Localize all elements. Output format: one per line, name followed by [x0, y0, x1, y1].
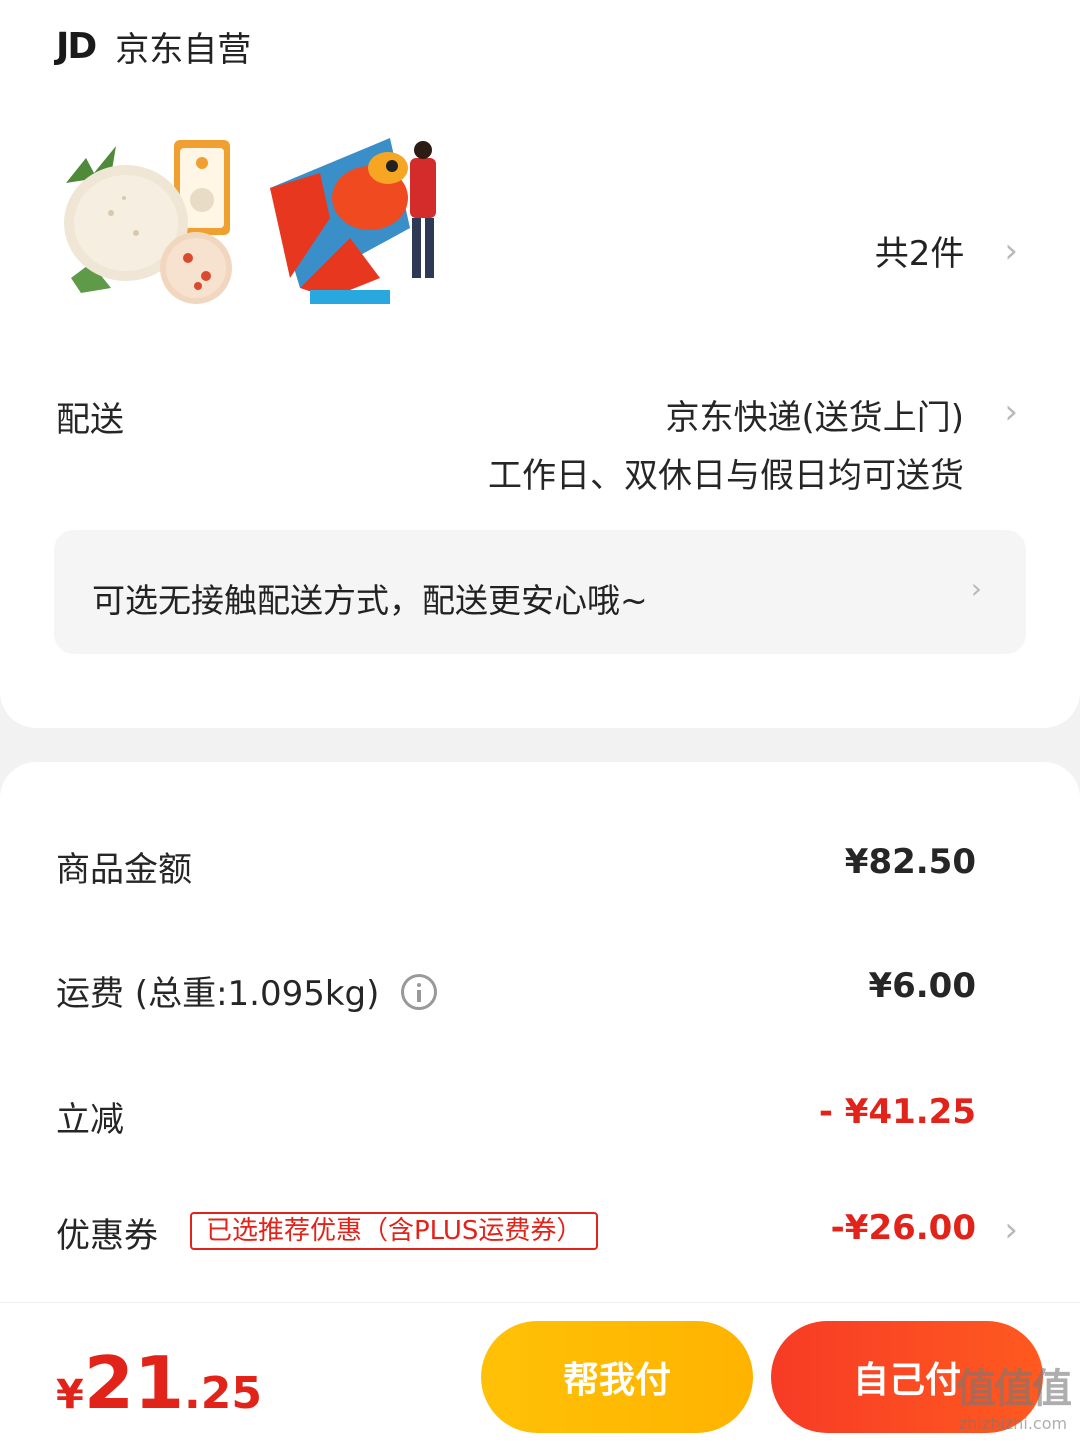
freight-label: 运费 (总重:1.095kg) [56, 974, 380, 1014]
freight-value: ¥6.00 [868, 966, 976, 1006]
help-pay-button[interactable]: 帮我付 [481, 1321, 753, 1433]
total-integer: 21 [83, 1341, 185, 1425]
chevron-right-icon[interactable]: › [1004, 1210, 1018, 1250]
watermark: 值值值 zhizhizhi.com [956, 1356, 1072, 1433]
contactless-notice-text: 可选无接触配送方式，配送更安心哦~ [92, 581, 648, 620]
discount-value: - ¥41.25 [818, 1092, 976, 1132]
contactless-delivery-banner[interactable]: 可选无接触配送方式，配送更安心哦~ › [54, 530, 1026, 654]
coupon-value[interactable]: -¥26.00 [831, 1208, 976, 1248]
shop-header: JD 京东自营 [56, 22, 251, 70]
shipping-schedule: 工作日、双休日与假日均可送货 [488, 456, 964, 496]
chevron-right-icon: › [1004, 230, 1018, 271]
discount-label: 立减 [56, 1100, 124, 1140]
watermark-url: zhizhizhi.com [958, 1414, 1068, 1433]
kite-image [270, 138, 436, 304]
info-icon[interactable] [401, 973, 438, 1010]
powder-bag-image [64, 140, 232, 304]
goldfish-kite-thumbnail[interactable] [260, 128, 440, 308]
total-decimal: .25 [184, 1368, 262, 1419]
total-price: ¥21.25 [56, 1341, 262, 1425]
product-thumbnails[interactable] [56, 128, 440, 308]
goods-amount-label: 商品金额 [56, 850, 192, 890]
shipping-method[interactable]: 京东快递(送货上门) [665, 390, 964, 439]
jd-logo: JD [56, 25, 97, 67]
coupon-label: 优惠券 [56, 1216, 158, 1256]
coupon-recommend-tag[interactable]: 已选推荐优惠（含PLUS运费券） [190, 1212, 599, 1250]
freight-label-row: 运费 (总重:1.095kg) [56, 966, 438, 1015]
goods-amount-value: ¥82.50 [844, 842, 976, 882]
item-count-link[interactable]: 共2件 › [875, 226, 1018, 275]
currency-symbol: ¥ [56, 1372, 84, 1418]
chevron-right-icon[interactable]: › [1004, 392, 1018, 432]
shipping-label: 配送 [56, 400, 124, 440]
powder-product-thumbnail[interactable] [56, 128, 236, 308]
item-count: 共2件 [874, 234, 965, 274]
chevron-right-icon: › [970, 572, 982, 605]
shop-name: 京东自营 [115, 29, 252, 70]
watermark-logo: 值值值 [956, 1366, 1072, 1412]
checkout-bar: ¥21.25 帮我付 自己付 值值值 zhizhizhi.com [0, 1302, 1080, 1441]
order-items-card: JD 京东自营 共2件 › 配送 京东快递(送货上门) 工作日、双休日与假日均可… [0, 0, 1080, 728]
